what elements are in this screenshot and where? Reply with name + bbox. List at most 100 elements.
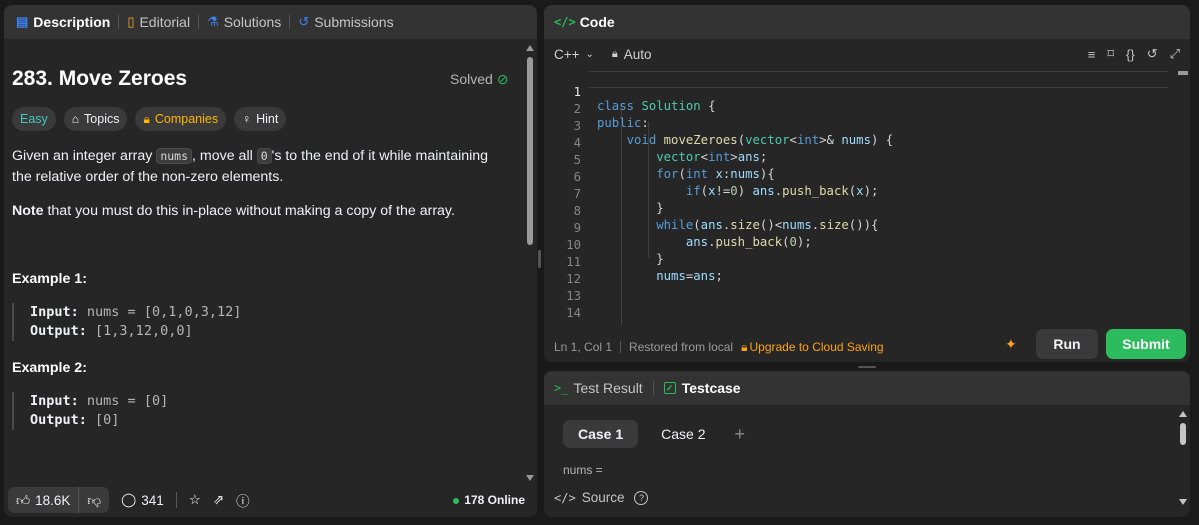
thumbs-down-icon: 👎︎ [87, 492, 102, 508]
lock-icon: 🔒︎ [611, 47, 618, 60]
submit-button[interactable]: Submit [1106, 329, 1186, 359]
tab-description[interactable]: ▤ Description [10, 5, 116, 39]
scroll-up-arrow[interactable] [526, 45, 534, 51]
history-icon: ↺ [298, 14, 310, 29]
favorite-button[interactable]: ☆ [189, 492, 201, 508]
code-line: 13 [544, 275, 1178, 303]
code-line: 7 } [544, 173, 1178, 215]
code-icon: </> [554, 15, 576, 29]
difficulty-badge[interactable]: Easy [12, 107, 56, 131]
tab-test-result[interactable]: >_ Test Result [554, 380, 643, 396]
tab-divider [289, 15, 291, 29]
code-line: 1 class Solution { [544, 71, 1178, 113]
tab-solutions[interactable]: ⚗ Solutions [201, 5, 287, 39]
description-tabbar: ▤ Description ▯ Editorial ⚗ Solutions ↺ … [4, 5, 537, 39]
description-icon: ▤ [16, 14, 29, 29]
scrollbar-thumb[interactable] [1180, 423, 1186, 445]
tab-testcase[interactable]: ✓ Testcase [663, 380, 741, 396]
tab-divider [118, 15, 120, 29]
tab-editorial[interactable]: ▯ Editorial [121, 5, 196, 39]
param-label: nums = [563, 463, 603, 477]
scroll-down-arrow[interactable] [1179, 499, 1187, 505]
footer-divider [175, 492, 177, 508]
line-number: 14 [566, 306, 581, 320]
scroll-down-arrow[interactable] [526, 475, 534, 481]
topics-tag[interactable]: ⌂ Topics [63, 107, 128, 131]
description-scrollbar[interactable] [526, 45, 534, 481]
code-editor[interactable]: 1 class Solution { 2 public: 3 void move… [544, 71, 1178, 325]
thumbs-up-icon: 👍︎ [16, 492, 31, 508]
testcase-header: >_ Test Result ✓ Testcase [544, 371, 1190, 405]
app-root: ▤ Description ▯ Editorial ⚗ Solutions ↺ … [0, 0, 1199, 525]
code-line: 12 [544, 258, 1178, 286]
tab-submissions[interactable]: ↺ Submissions [292, 5, 399, 39]
case-tab[interactable]: Case 2 [646, 420, 720, 448]
code-line: 9 ans.push_back(0); [544, 207, 1178, 249]
description-panel: ▤ Description ▯ Editorial ⚗ Solutions ↺ … [4, 5, 537, 517]
restored-status: Restored from local [629, 340, 734, 354]
check-circle-icon: ⊘ [496, 71, 509, 87]
tag-icon: ⌂ [71, 112, 80, 126]
code-icon: </> [554, 490, 576, 505]
question-icon[interactable]: ? [634, 490, 649, 505]
comments-button[interactable]: ◯ 341 [121, 492, 164, 508]
problem-tags: Easy ⌂ Topics 🔒︎ Companies ♀ Hint [12, 107, 287, 131]
code-line: 4 vector<int>ans; [544, 122, 1178, 164]
format-icon[interactable]: ≡ [1088, 47, 1096, 62]
code-line: 14 [544, 292, 1178, 320]
panel-resize-handle[interactable] [858, 366, 876, 368]
lightbulb-icon: ♀ [242, 112, 252, 126]
code-panel: </> Code C++ ⌄ 🔒︎ Auto ≡ ⌑ {} ↺ ⤢ 1 clas… [544, 5, 1190, 362]
reset-icon[interactable]: ↺ [1147, 46, 1158, 62]
expand-icon[interactable]: ⤢ [1170, 46, 1180, 62]
editor-scroll-indicator[interactable] [1178, 71, 1188, 75]
testcase-scrollbar[interactable] [1179, 407, 1187, 511]
upgrade-link[interactable]: Upgrade to Cloud Saving [749, 340, 883, 354]
share-icon: ⇗ [212, 492, 225, 507]
debug-icon[interactable]: ✦ [1005, 336, 1017, 353]
description-content: 283. Move Zeroes Solved ⊘ Easy ⌂ Topics 🔒︎… [4, 39, 524, 479]
online-dot-icon [453, 497, 460, 504]
source-button[interactable]: </> Source ? [554, 490, 649, 505]
code-header: </> Code [544, 5, 1190, 39]
add-case-icon[interactable]: + [735, 424, 746, 445]
run-button[interactable]: Run [1036, 329, 1098, 359]
code-toolbar: C++ ⌄ 🔒︎ Auto ≡ ⌑ {} ↺ ⤢ [544, 39, 1190, 69]
code-line: 8 while(ans.size()<nums.size()){ [544, 190, 1178, 232]
problem-description: Given an integer array nums, move all 0 '… [12, 148, 489, 185]
hint-tag[interactable]: ♀ Hint [234, 107, 287, 131]
dislike-button[interactable]: 👎︎ [78, 487, 109, 513]
case-tab[interactable]: Case 1 [563, 420, 639, 448]
auto-mode[interactable]: 🔒︎ Auto [612, 47, 652, 62]
code-line: 11 nums=ans; [544, 241, 1178, 283]
help-button[interactable]: ⓘ [236, 490, 250, 510]
code-line: 5 for(int x:nums){ [544, 139, 1178, 181]
like-button[interactable]: 👍︎ 18.6K [8, 492, 78, 509]
cursor-position: Ln 1, Col 1 [554, 340, 613, 354]
case-tabs: Case 1 Case 2 + [563, 420, 745, 448]
share-button[interactable]: ⇗ [213, 492, 224, 508]
checkbox-icon: ✓ [663, 382, 676, 394]
panel-resize-handle[interactable] [538, 250, 541, 268]
tab-divider [198, 15, 200, 29]
solved-status: Solved ⊘ [450, 71, 509, 87]
book-icon: ▯ [127, 14, 135, 29]
code-line: 3 void moveZeroes(vector<int>& nums) { [544, 105, 1178, 147]
problem-note: Note that you must do this in-place with… [12, 203, 455, 219]
online-count: 178 Online [453, 493, 525, 507]
example-block: Input: nums = [0,1,0,3,12] Output: [1,3,… [12, 303, 241, 341]
language-select[interactable]: C++ ⌄ [554, 47, 594, 62]
code-line: 2 public: [544, 88, 1178, 130]
braces-icon[interactable]: {} [1126, 47, 1135, 62]
problem-title[interactable]: 283. Move Zeroes [12, 67, 187, 91]
bookmark-icon[interactable]: ⌑ [1107, 46, 1114, 62]
flask-icon: ⚗ [207, 14, 219, 29]
description-footer: 👍︎ 18.6K 👎︎ ◯ 341 ☆ ⇗ ⓘ 178 Online [4, 483, 537, 517]
scroll-up-arrow[interactable] [1179, 411, 1187, 417]
example-title: Example 1: [12, 271, 87, 287]
scrollbar-thumb[interactable] [527, 57, 533, 245]
code-line: 10 } [544, 224, 1178, 266]
companies-tag[interactable]: 🔒︎ Companies [135, 107, 227, 131]
tab-divider [652, 381, 654, 395]
status-divider [620, 341, 622, 353]
